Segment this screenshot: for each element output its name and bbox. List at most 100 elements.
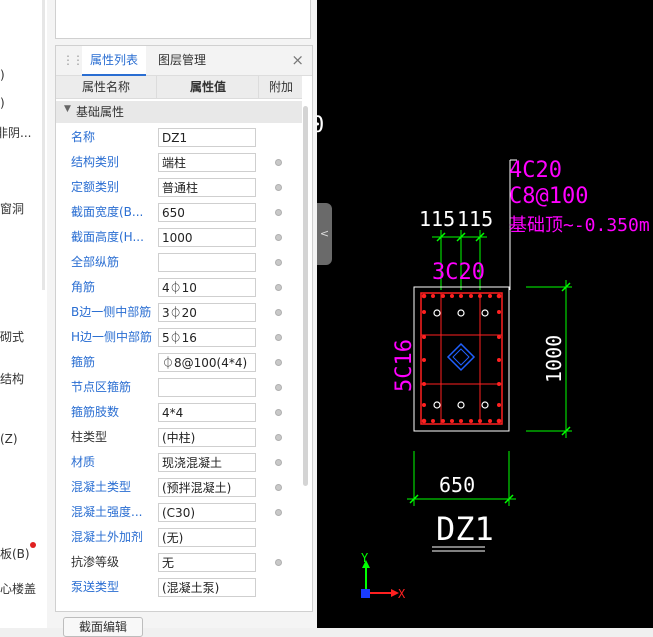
property-value-field[interactable]: (混凝土泵) <box>158 578 256 597</box>
property-name: 截面高度(H... <box>71 230 144 244</box>
extra-checkbox[interactable] <box>275 159 282 166</box>
extra-checkbox[interactable] <box>275 184 282 191</box>
property-row[interactable]: 混凝土外加剂 (无) <box>56 525 302 550</box>
extra-checkbox[interactable] <box>275 334 282 341</box>
property-row[interactable]: 节点区箍筋 <box>56 375 302 400</box>
property-value-field[interactable]: DZ1 <box>158 128 256 147</box>
property-row[interactable]: H边一侧中部筋 5⏀16 <box>56 325 302 350</box>
ucs-x-label: X <box>398 587 406 601</box>
property-row[interactable]: B边一侧中部筋 3⏀20 <box>56 300 302 325</box>
close-icon[interactable]: × <box>291 52 304 68</box>
left-fragment[interactable]: 窗洞 <box>0 200 24 217</box>
left-fragment[interactable]: 心楼盖 <box>0 580 36 597</box>
property-name: 混凝土强度... <box>71 505 143 519</box>
property-name: 角筋 <box>71 280 96 294</box>
left-fragment[interactable]: (Z) <box>0 432 18 446</box>
extra-checkbox[interactable] <box>275 309 282 316</box>
property-name: 材质 <box>71 455 96 469</box>
extra-checkbox[interactable] <box>275 284 282 291</box>
property-row[interactable]: 泵送类型 (混凝土泵) <box>56 575 302 600</box>
property-value-field[interactable]: (C30) <box>158 503 256 522</box>
property-row[interactable]: 箍筋肢数 4*4 <box>56 400 302 425</box>
stirrup-outer <box>420 292 503 425</box>
property-value-field[interactable]: ⏀8@100(4*4) <box>158 353 256 372</box>
panel-collapse-handle[interactable]: < <box>317 203 332 265</box>
section-edit-button[interactable]: 截面编辑 <box>63 617 143 637</box>
property-name: 全部纵筋 <box>71 255 120 269</box>
property-name: B边一侧中部筋 <box>71 305 152 319</box>
cad-canvas[interactable]: 0 4C20 C8@100 基础顶~-0.350m 115 115 3C20 5… <box>317 0 653 628</box>
collapse-arrow-icon[interactable]: ▼ <box>64 104 71 114</box>
property-row[interactable]: 截面宽度(B... 650 <box>56 200 302 225</box>
property-value-field[interactable]: 端柱 <box>158 153 256 172</box>
left-fragment[interactable]: 砌式 <box>0 328 24 345</box>
extra-checkbox[interactable] <box>275 559 282 566</box>
extra-checkbox[interactable] <box>275 409 282 416</box>
extra-checkbox[interactable] <box>275 459 282 466</box>
property-name: 定额类别 <box>71 180 120 194</box>
property-value-field[interactable]: 5⏀16 <box>158 328 256 347</box>
property-row[interactable]: 箍筋 ⏀8@100(4*4) <box>56 350 302 375</box>
left-fragment[interactable]: ) <box>0 68 5 82</box>
left-fragment[interactable]: 结构 <box>0 370 24 387</box>
property-row[interactable]: 定额类别 普通柱 <box>56 175 302 200</box>
extra-checkbox[interactable] <box>275 209 282 216</box>
tab-layer-management[interactable]: 图层管理 <box>150 46 214 75</box>
property-row[interactable]: 全部纵筋 <box>56 250 302 275</box>
property-value-field[interactable]: 普通柱 <box>158 178 256 197</box>
property-row[interactable]: 材质 现浇混凝土 <box>56 450 302 475</box>
side-rebar-label: 5C16 <box>392 339 417 392</box>
property-name: 混凝土类型 <box>71 480 132 494</box>
property-row[interactable]: 名称 DZ1 <box>56 125 302 150</box>
annotation-line-1: 4C20 <box>509 158 562 183</box>
group-label: 基础属性 <box>76 105 125 119</box>
property-name: 箍筋肢数 <box>71 405 120 419</box>
left-fragment[interactable]: ) <box>0 96 5 110</box>
property-value-field[interactable]: (中柱) <box>158 428 256 447</box>
left-fragment[interactable]: 板(B) <box>0 545 30 562</box>
vertical-scrollbar[interactable] <box>303 106 308 486</box>
left-separator <box>42 0 45 290</box>
insertion-point-marker <box>446 342 476 372</box>
property-value-field[interactable]: 1000 <box>158 228 256 247</box>
drag-grip-icon[interactable]: ⋮⋮ <box>62 53 84 67</box>
property-name: 节点区箍筋 <box>71 380 132 394</box>
property-row[interactable]: 混凝土强度... (C30) <box>56 500 302 525</box>
property-value-field[interactable]: (无) <box>158 528 256 547</box>
property-value-field[interactable]: 3⏀20 <box>158 303 256 322</box>
group-basic-properties[interactable]: ▼ 基础属性 <box>56 101 302 123</box>
property-value-field[interactable]: 现浇混凝土 <box>158 453 256 472</box>
panel-tabbar: ⋮⋮ 属性列表 图层管理 × <box>56 46 312 76</box>
property-value-field[interactable]: 4⏀10 <box>158 278 256 297</box>
property-name: 名称 <box>71 130 96 144</box>
property-value-field[interactable]: 无 <box>158 553 256 572</box>
property-value-field[interactable]: 650 <box>158 203 256 222</box>
tab-property-list[interactable]: 属性列表 <box>82 46 147 76</box>
property-row[interactable]: 混凝土类型 (预拌混凝土) <box>56 475 302 500</box>
property-row[interactable]: 抗渗等级 无 <box>56 550 302 575</box>
property-panel: ⋮⋮ 属性列表 图层管理 × 属性名称 属性值 附加 ▼ 基础属性 名称 DZ1 结… <box>55 45 313 612</box>
extra-checkbox[interactable] <box>275 259 282 266</box>
property-row[interactable]: 角筋 4⏀10 <box>56 275 302 300</box>
property-name: 泵送类型 <box>71 580 120 594</box>
dim-115-right: 115 <box>457 207 493 231</box>
property-name: 截面宽度(B... <box>71 205 144 219</box>
property-value-field[interactable]: (预拌混凝土) <box>158 478 256 497</box>
extra-checkbox[interactable] <box>275 484 282 491</box>
extra-checkbox[interactable] <box>275 434 282 441</box>
property-name: 抗渗等级 <box>71 555 120 569</box>
extra-checkbox[interactable] <box>275 359 282 366</box>
property-row[interactable]: 截面高度(H... 1000 <box>56 225 302 250</box>
property-value-field[interactable] <box>158 378 256 397</box>
property-value-field[interactable] <box>158 253 256 272</box>
top-rebar-label: 3C20 <box>432 260 485 285</box>
left-fragment[interactable]: 非阴... <box>0 124 31 141</box>
extra-checkbox[interactable] <box>275 509 282 516</box>
extra-checkbox[interactable] <box>275 234 282 241</box>
property-row[interactable]: 结构类别 端柱 <box>56 150 302 175</box>
column-header-extra: 附加 <box>258 76 303 98</box>
property-value-field[interactable]: 4*4 <box>158 403 256 422</box>
cad-drawing: 0 4C20 C8@100 基础顶~-0.350m 115 115 3C20 5… <box>317 113 650 601</box>
property-row[interactable]: 柱类型 (中柱) <box>56 425 302 450</box>
extra-checkbox[interactable] <box>275 384 282 391</box>
